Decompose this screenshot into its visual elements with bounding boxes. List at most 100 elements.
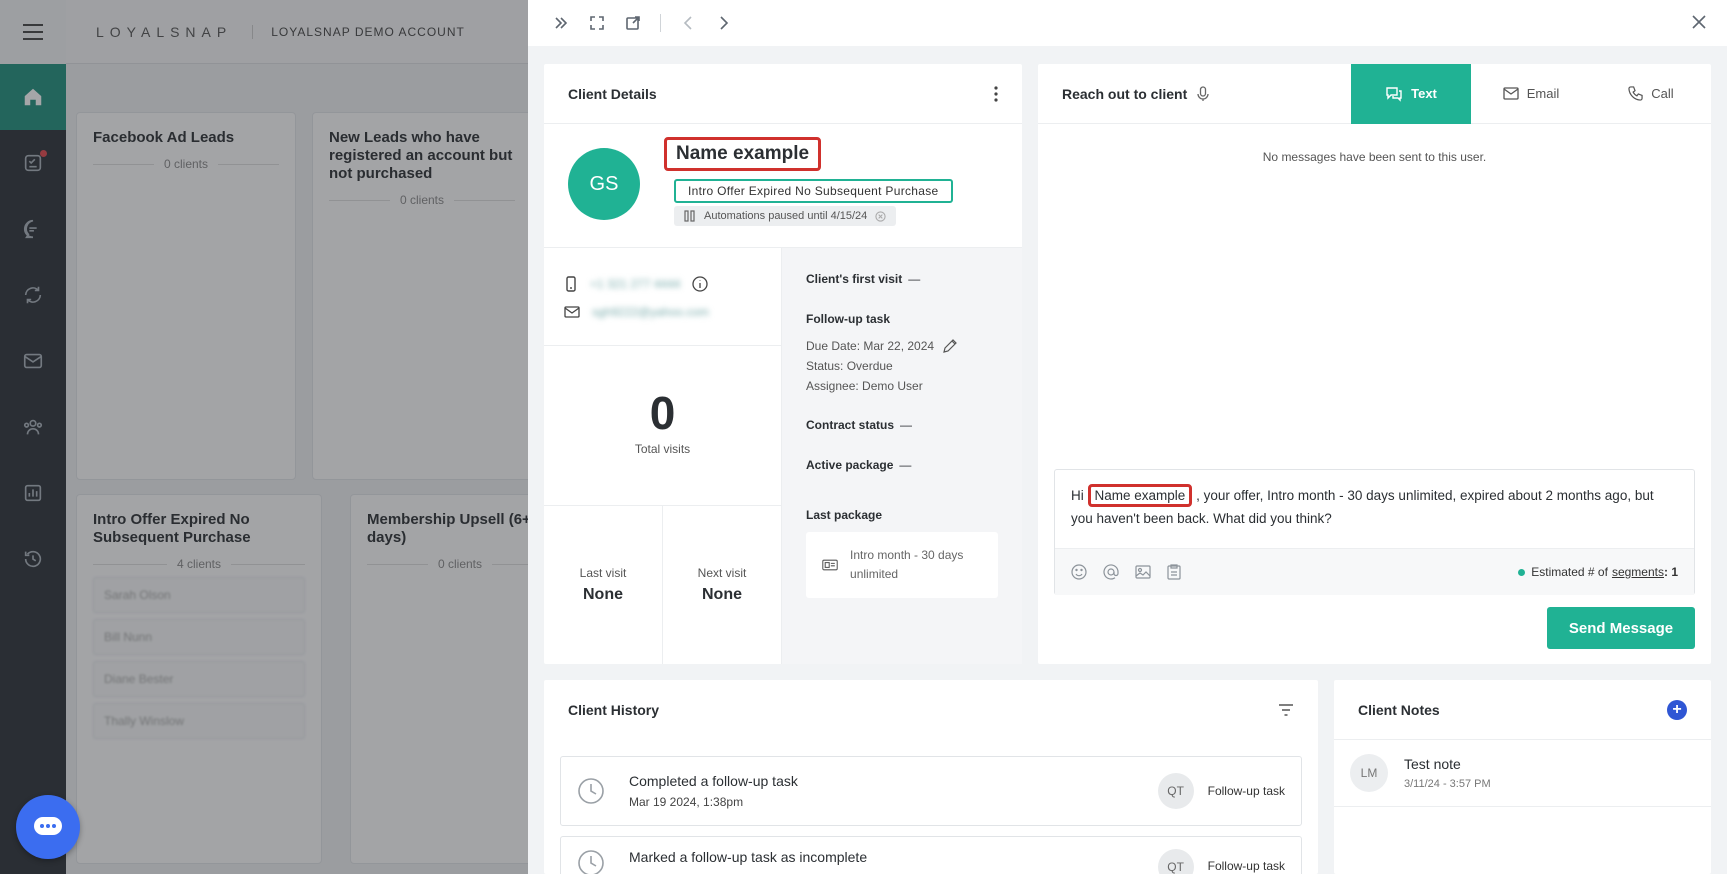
last-package-label: Last package	[806, 508, 883, 522]
segments-link[interactable]: segments	[1612, 565, 1664, 579]
paused-label: Automations paused until 4/15/24	[704, 210, 868, 222]
remove-icon[interactable]	[875, 210, 886, 222]
expand-button[interactable]	[588, 14, 606, 32]
history-item-text: Completed a follow-up task Mar 19 2024, …	[629, 773, 1158, 809]
client-history-header: Client History	[544, 680, 1318, 740]
history-item-text: Marked a follow-up task as incomplete	[629, 849, 1158, 871]
due-date-row: Due Date: Mar 22, 2024	[806, 336, 998, 356]
tab-email-label: Email	[1526, 86, 1560, 101]
support-chat-button[interactable]	[16, 795, 80, 859]
tab-call-label: Call	[1651, 86, 1674, 101]
estimate-label: Estimated # of	[1531, 565, 1608, 579]
last-package-card: Intro month - 30 days unlimited	[806, 532, 998, 598]
client-history-card: Client History Completed a follow-up tas…	[544, 680, 1318, 874]
avatar: GS	[568, 148, 640, 220]
chat-icon	[34, 817, 62, 835]
message-input[interactable]: Hi Name example , your offer, Intro mont…	[1055, 470, 1694, 548]
template-icon[interactable]	[1167, 564, 1181, 580]
contact-info: +1 321 277 4444 sgh9222@yahoo.com	[544, 248, 781, 346]
pencil-icon[interactable]	[942, 338, 958, 354]
expand-icon	[590, 16, 604, 30]
last-visit-label: Last visit	[579, 566, 627, 580]
active-package-label: Active package	[806, 458, 894, 472]
message-name-token: Name example	[1087, 484, 1193, 507]
client-notes-title: Client Notes	[1358, 701, 1440, 718]
toolbar-divider	[660, 14, 661, 32]
followup-details: Due Date: Mar 22, 2024 Status: Overdue A…	[806, 336, 998, 396]
more-options-icon[interactable]	[994, 85, 998, 102]
image-icon[interactable]	[1135, 564, 1151, 580]
user-avatar: QT	[1157, 849, 1194, 874]
add-note-button[interactable]: +	[1667, 699, 1687, 720]
followup-assignee: Assignee: Demo User	[806, 379, 923, 393]
close-icon[interactable]	[1689, 12, 1709, 32]
clock-icon	[578, 850, 604, 874]
send-message-button[interactable]: Send Message	[1547, 607, 1695, 649]
contract-label: Contract status	[806, 418, 895, 432]
active-package-value: —	[899, 458, 912, 472]
history-item[interactable]: Completed a follow-up task Mar 19 2024, …	[560, 756, 1302, 826]
first-visit-value: —	[908, 272, 921, 286]
last-package-value: Intro month - 30 days unlimited	[850, 548, 964, 581]
client-notes-header: Client Notes +	[1334, 680, 1711, 740]
first-visit-row: Client's first visit —	[806, 272, 998, 286]
note-content: Test note 3/11/24 - 3:57 PM	[1404, 754, 1491, 792]
client-notes-card: Client Notes + LM Test note 3/11/24 - 3:…	[1334, 680, 1711, 874]
next-visit-label: Next visit	[697, 566, 747, 580]
emoji-icon[interactable]	[1071, 564, 1087, 580]
reach-out-title-row: Reach out to client	[1038, 86, 1351, 102]
info-icon[interactable]	[692, 276, 709, 292]
chevron-right-icon	[720, 16, 729, 30]
followup-label: Follow-up task	[806, 312, 890, 326]
chevron-left-icon	[683, 16, 692, 30]
email-value[interactable]: sgh9222@yahoo.com	[592, 305, 709, 319]
email-row: sgh9222@yahoo.com	[564, 298, 761, 326]
client-profile: GS Name example Intro Offer Expired No S…	[544, 124, 1022, 248]
phone-row: +1 321 277 4444	[564, 270, 761, 298]
composer-toolbar: Estimated # of segments: 1	[1055, 548, 1694, 595]
message-prefix: Hi	[1071, 488, 1084, 503]
phone-icon	[566, 276, 576, 292]
tab-email[interactable]: Email	[1471, 64, 1591, 124]
client-name: Name example	[664, 137, 822, 171]
reach-out-card: Reach out to client Text Email Call No m…	[1038, 63, 1711, 664]
chat-bubbles-icon	[1386, 86, 1402, 102]
message-composer[interactable]: Hi Name example , your offer, Intro mont…	[1054, 469, 1695, 595]
reach-out-title: Reach out to client	[1062, 85, 1188, 102]
open-external-button[interactable]	[624, 14, 642, 32]
automations-paused-badge[interactable]: Automations paused until 4/15/24	[674, 206, 897, 226]
next-client-button[interactable]	[715, 14, 733, 32]
contract-row: Contract status —	[806, 418, 998, 432]
history-item-title: Completed a follow-up task	[629, 773, 798, 789]
no-messages-text: No messages have been sent to this user.	[1262, 150, 1487, 164]
history-item-type: Follow-up task	[1207, 859, 1285, 873]
client-details-title: Client Details	[568, 85, 657, 102]
tab-text-label: Text	[1411, 86, 1437, 101]
segment-tag[interactable]: Intro Offer Expired No Subsequent Purcha…	[674, 179, 953, 203]
client-info-panel: Client's first visit — Follow-up task Due…	[782, 248, 1022, 664]
double-chevron-right-icon	[555, 17, 568, 29]
history-item-type: Follow-up task	[1207, 784, 1285, 798]
mention-icon[interactable]	[1103, 564, 1119, 580]
microphone-icon[interactable]	[1197, 85, 1209, 102]
last-visit: Last visit None	[544, 506, 663, 664]
visit-summary: Last visit None Next visit None	[544, 506, 781, 664]
user-avatar: QT	[1157, 773, 1194, 809]
total-visits-value: 0	[649, 387, 676, 439]
history-item[interactable]: Marked a follow-up task as incomplete QT…	[560, 836, 1302, 874]
contract-value: —	[900, 418, 913, 432]
collapse-drawer-button[interactable]	[552, 14, 570, 32]
tab-text[interactable]: Text	[1351, 63, 1471, 124]
note-date: 3/11/24 - 3:57 PM	[1404, 778, 1491, 790]
client-history-title: Client History	[568, 702, 660, 718]
note-item[interactable]: LM Test note 3/11/24 - 3:57 PM	[1334, 740, 1711, 807]
external-link-icon	[626, 16, 640, 30]
filter-icon[interactable]	[1278, 704, 1294, 716]
phone-value[interactable]: +1 321 277 4444	[590, 277, 680, 291]
reach-out-header: Reach out to client Text Email Call	[1038, 63, 1711, 124]
due-date: Due Date: Mar 22, 2024	[806, 339, 935, 353]
drawer-toolbar	[528, 0, 1727, 46]
tab-call[interactable]: Call	[1591, 64, 1711, 124]
previous-client-button[interactable]	[679, 14, 697, 32]
history-item-date: Mar 19 2024, 1:38pm	[629, 795, 744, 809]
